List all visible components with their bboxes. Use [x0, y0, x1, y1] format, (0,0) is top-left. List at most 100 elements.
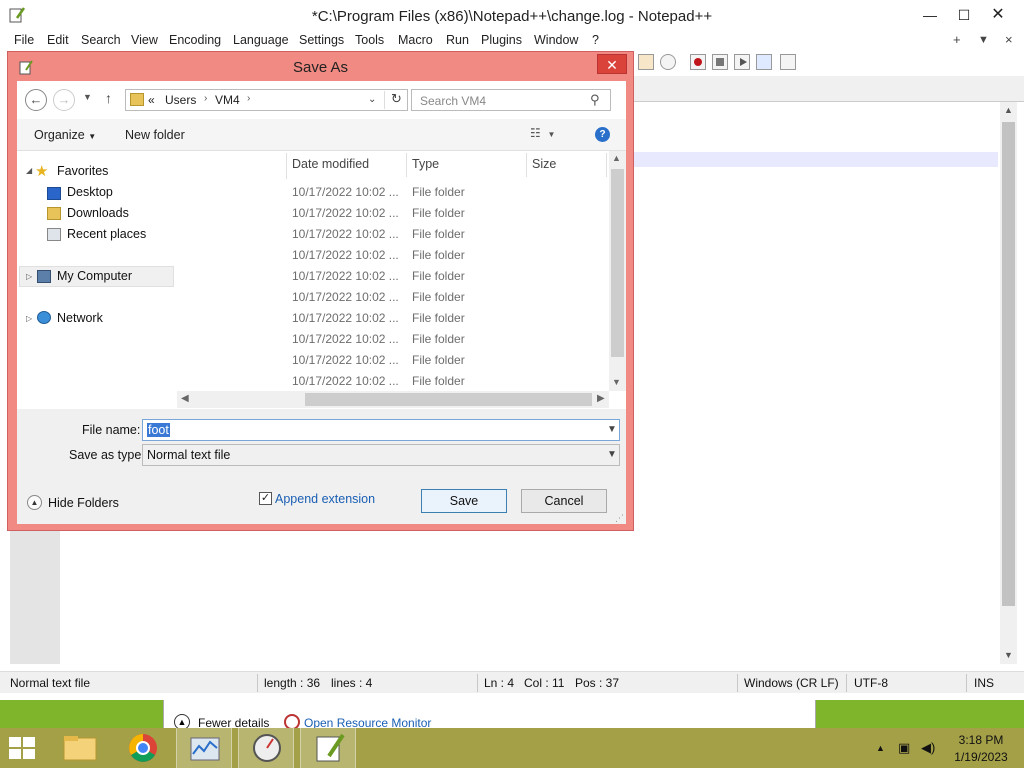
- new-tab-button[interactable]: +: [953, 32, 961, 47]
- address-bar[interactable]: « Users › VM4 › ⌄ ↻: [125, 89, 408, 111]
- table-row[interactable]: 10/17/2022 10:02 ... File folder: [177, 203, 609, 224]
- menu-run[interactable]: Run: [446, 33, 469, 47]
- file-list-vertical-scrollbar[interactable]: ▲ ▼: [609, 151, 626, 391]
- menu-macro[interactable]: Macro: [398, 33, 433, 47]
- editor-vertical-scrollbar[interactable]: ▲ ▼: [1000, 102, 1017, 664]
- hide-folders-icon[interactable]: ▲: [27, 495, 42, 510]
- resize-grip-icon[interactable]: ⋰: [615, 513, 624, 524]
- menu-file[interactable]: File: [14, 33, 34, 47]
- collapse-arrow-icon[interactable]: ◢: [26, 166, 32, 175]
- volume-tray-icon[interactable]: ◀): [921, 740, 935, 756]
- menu-tools[interactable]: Tools: [355, 33, 384, 47]
- menu-settings[interactable]: Settings: [299, 33, 344, 47]
- network-tray-icon[interactable]: ▣: [898, 740, 910, 756]
- tab-list-button[interactable]: ▼: [978, 34, 989, 46]
- new-folder-button[interactable]: New folder: [125, 128, 185, 142]
- chevron-right-icon[interactable]: ›: [204, 93, 207, 104]
- play-macro-icon[interactable]: [734, 54, 750, 70]
- clock-date[interactable]: 1/19/2023: [946, 750, 1016, 764]
- menu-help[interactable]: ?: [592, 33, 599, 47]
- dialog-title-bar[interactable]: Save As ✕: [8, 52, 633, 80]
- table-row[interactable]: 10/17/2022 10:02 ... File folder: [177, 371, 609, 391]
- eye-icon[interactable]: [660, 54, 676, 70]
- column-header-date[interactable]: Date modified: [292, 157, 369, 171]
- nav-recent-places[interactable]: Recent places: [67, 227, 146, 241]
- menu-search[interactable]: Search: [81, 33, 121, 47]
- run-macro-multiple-icon[interactable]: [756, 54, 772, 70]
- chrome-taskbar-button[interactable]: [115, 728, 171, 768]
- save-as-type-select[interactable]: Normal text file ▼: [142, 444, 620, 466]
- scroll-right-arrow-icon[interactable]: ▶: [597, 393, 605, 404]
- scrollbar-thumb[interactable]: [1002, 122, 1015, 606]
- scroll-left-arrow-icon[interactable]: ◀: [181, 393, 189, 404]
- nav-downloads[interactable]: Downloads: [67, 206, 129, 220]
- file-list-horizontal-scrollbar[interactable]: ◀ ▶: [177, 391, 609, 408]
- menu-edit[interactable]: Edit: [47, 33, 69, 47]
- scroll-down-arrow-icon[interactable]: ▼: [612, 377, 621, 387]
- up-one-level-icon[interactable]: ↑: [105, 90, 112, 106]
- toolbar-folder-icon[interactable]: [638, 54, 654, 70]
- clock-time[interactable]: 3:18 PM: [946, 733, 1016, 747]
- forward-button[interactable]: →: [53, 89, 75, 111]
- nav-network[interactable]: Network: [57, 311, 103, 325]
- refresh-icon[interactable]: ↻: [384, 91, 408, 109]
- table-row[interactable]: 10/17/2022 10:02 ... File folder: [177, 308, 609, 329]
- search-box[interactable]: Search VM4 ⚲: [411, 89, 611, 111]
- search-icon[interactable]: ⚲: [590, 92, 600, 108]
- chevron-right-icon[interactable]: ›: [247, 93, 250, 104]
- nav-favorites[interactable]: Favorites: [57, 164, 108, 178]
- stop-macro-icon[interactable]: [712, 54, 728, 70]
- dialog-close-button[interactable]: ✕: [597, 54, 627, 74]
- column-header-size[interactable]: Size: [532, 157, 556, 171]
- scroll-down-arrow-icon[interactable]: ▼: [1004, 650, 1013, 660]
- table-row[interactable]: 10/17/2022 10:02 ... File folder: [177, 266, 609, 287]
- organize-button[interactable]: Organize ▼: [34, 128, 96, 142]
- npp-title-bar[interactable]: *C:\Program Files (x86)\Notepad++\change…: [0, 0, 1024, 32]
- nav-desktop[interactable]: Desktop: [67, 185, 113, 199]
- menu-window[interactable]: Window: [534, 33, 578, 47]
- notepadpp-taskbar-button[interactable]: [300, 728, 356, 768]
- save-macro-icon[interactable]: [780, 54, 796, 70]
- minimize-button[interactable]: —: [917, 4, 943, 26]
- task-manager-taskbar-button[interactable]: [238, 728, 294, 768]
- back-button[interactable]: ←: [25, 89, 47, 111]
- menu-language[interactable]: Language: [233, 33, 289, 47]
- menu-encoding[interactable]: Encoding: [169, 33, 221, 47]
- file-explorer-taskbar-button[interactable]: [52, 728, 108, 768]
- breadcrumb-overflow[interactable]: «: [148, 93, 155, 107]
- chevron-down-icon[interactable]: ▼: [607, 424, 617, 435]
- recent-locations-dropdown-icon[interactable]: ▼: [83, 92, 92, 102]
- close-tab-button[interactable]: ×: [1005, 32, 1013, 47]
- close-window-button[interactable]: ✕: [985, 4, 1011, 26]
- hide-folders-button[interactable]: Hide Folders: [48, 496, 119, 510]
- record-macro-icon[interactable]: [690, 54, 706, 70]
- expand-arrow-icon[interactable]: ▷: [26, 272, 32, 281]
- table-row[interactable]: 10/17/2022 10:02 ... File folder: [177, 245, 609, 266]
- table-row[interactable]: 10/17/2022 10:02 ... File folder: [177, 287, 609, 308]
- menu-view[interactable]: View: [131, 33, 158, 47]
- breadcrumb-vm4[interactable]: VM4: [215, 93, 240, 107]
- table-row[interactable]: 10/17/2022 10:02 ... File folder: [177, 329, 609, 350]
- append-extension-label[interactable]: Append extension: [275, 492, 375, 506]
- save-button[interactable]: Save: [421, 489, 507, 513]
- menu-plugins[interactable]: Plugins: [481, 33, 522, 47]
- windows-start-icon[interactable]: [8, 736, 38, 762]
- show-hidden-icons-icon[interactable]: ▲: [876, 743, 885, 753]
- resource-monitor-taskbar-button[interactable]: [176, 728, 232, 768]
- scrollbar-thumb[interactable]: [305, 393, 592, 406]
- maximize-button[interactable]: ☐: [951, 4, 977, 26]
- scroll-up-arrow-icon[interactable]: ▲: [612, 153, 621, 163]
- chevron-down-icon[interactable]: ▼: [607, 449, 617, 460]
- scroll-up-arrow-icon[interactable]: ▲: [1004, 105, 1013, 115]
- file-name-input[interactable]: foot ▼: [142, 419, 620, 441]
- scrollbar-thumb[interactable]: [611, 169, 624, 357]
- breadcrumb-users[interactable]: Users: [165, 93, 196, 107]
- change-view-icon[interactable]: ☷ ▼: [530, 126, 555, 140]
- table-row[interactable]: 10/17/2022 10:02 ... File folder: [177, 182, 609, 203]
- expand-arrow-icon[interactable]: ▷: [26, 314, 32, 323]
- cancel-button[interactable]: Cancel: [521, 489, 607, 513]
- column-header-type[interactable]: Type: [412, 157, 439, 171]
- nav-my-computer[interactable]: My Computer: [57, 269, 132, 283]
- table-row[interactable]: 10/17/2022 10:02 ... File folder: [177, 224, 609, 245]
- table-row[interactable]: 10/17/2022 10:02 ... File folder: [177, 350, 609, 371]
